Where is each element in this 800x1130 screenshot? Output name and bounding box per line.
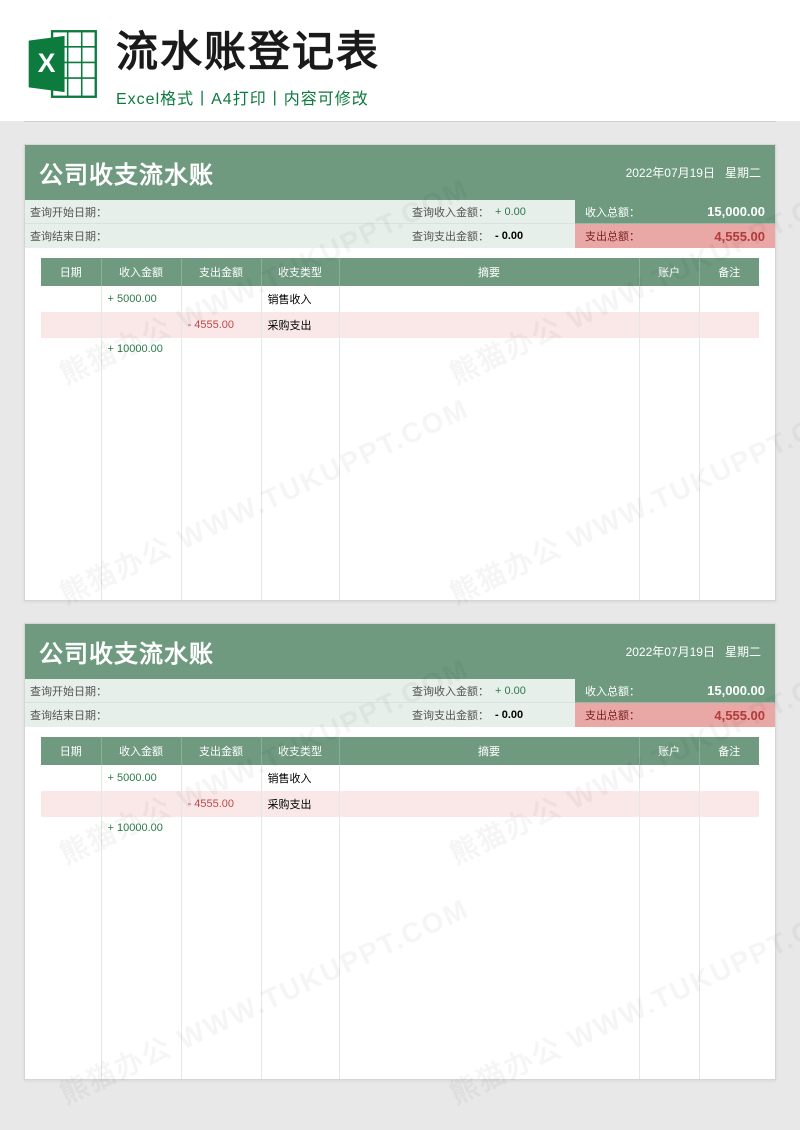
col-summary: 摘要 [339,258,639,286]
preview-area: 公司收支流水账 2022年07月19日 星期二 查询开始日期： 查询收入金额： … [0,126,800,1080]
table-header-row: 日期 收入金额 支出金额 收支类型 摘要 账户 备注 [41,737,759,765]
income-query-value: + 0.00 [495,206,575,218]
sheet-date: 2022年07月19日 星期二 [626,643,761,660]
sheet-title: 公司收支流水账 [39,155,214,190]
end-date-label: 查询结束日期： [25,707,115,723]
table-empty-space [41,360,759,600]
sheet-preview-2: 公司收支流水账 2022年07月19日 星期二 查询开始日期： 查询收入金额： … [24,623,776,1080]
cell-income[interactable]: + 10000.00 [101,817,181,839]
income-query-value: + 0.00 [495,685,575,697]
expense-total-label: 支出总额： [585,228,640,244]
income-query-label: 查询收入金额： [405,683,495,699]
col-summary: 摘要 [339,737,639,765]
svg-text:X: X [38,47,56,77]
ledger-table: 日期 收入金额 支出金额 收支类型 摘要 账户 备注 + 5000.00 销售收… [41,737,759,1079]
sheet-title: 公司收支流水账 [39,634,214,669]
expense-total-value: 4,555.00 [714,708,765,723]
table-row[interactable]: + 5000.00 销售收入 [41,286,759,312]
expense-query-value: - 0.00 [495,709,575,721]
sheet-date: 2022年07月19日 星期二 [626,164,761,181]
table-wrap: 日期 收入金额 支出金额 收支类型 摘要 账户 备注 + 5000.00 销售收… [25,727,775,1079]
sub-title: Excel格式丨A4打印丨内容可修改 [116,85,776,109]
table-wrap: 日期 收入金额 支出金额 收支类型 摘要 账户 备注 + 5000.00 销售收… [25,248,775,600]
table-row[interactable]: + 10000.00 [41,817,759,839]
col-expense: 支出金额 [181,258,261,286]
expense-total-value: 4,555.00 [714,229,765,244]
end-date-label: 查询结束日期： [25,228,115,244]
income-total-value: 15,000.00 [707,204,765,219]
page-header: X 流水账登记表 Excel格式丨A4打印丨内容可修改 [0,0,800,121]
sheet-title-bar: 公司收支流水账 2022年07月19日 星期二 [25,624,775,679]
income-total-value: 15,000.00 [707,683,765,698]
summary-bar: 查询开始日期： 查询收入金额： + 0.00 查询结束日期： 查询支出金额： -… [25,200,775,248]
col-type: 收支类型 [261,258,339,286]
col-income: 收入金额 [101,258,181,286]
date-value: 2022年07月19日 [626,643,715,660]
col-account: 账户 [639,258,699,286]
table-empty-space [41,839,759,1079]
cell-type[interactable]: 采购支出 [261,791,339,817]
table-header-row: 日期 收入金额 支出金额 收支类型 摘要 账户 备注 [41,258,759,286]
expense-query-label: 查询支出金额： [405,228,495,244]
income-total-label: 收入总额： [585,204,640,220]
summary-left: 查询开始日期： 查询收入金额： + 0.00 查询结束日期： 查询支出金额： -… [25,679,575,727]
main-title: 流水账登记表 [116,18,776,79]
table-row[interactable]: - 4555.00 采购支出 [41,312,759,338]
col-income: 收入金额 [101,737,181,765]
col-date: 日期 [41,737,101,765]
summary-right: 收入总额： 15,000.00 支出总额： 4,555.00 [575,679,775,727]
expense-query-value: - 0.00 [495,230,575,242]
col-note: 备注 [699,737,759,765]
weekday-value: 星期二 [725,164,761,181]
sheet-preview-1: 公司收支流水账 2022年07月19日 星期二 查询开始日期： 查询收入金额： … [24,144,776,601]
col-expense: 支出金额 [181,737,261,765]
cell-type[interactable]: 销售收入 [261,286,339,312]
cell-income[interactable]: + 5000.00 [101,286,181,312]
excel-icon: X [24,25,102,103]
expense-total-label: 支出总额： [585,707,640,723]
summary-left: 查询开始日期： 查询收入金额： + 0.00 查询结束日期： 查询支出金额： -… [25,200,575,248]
col-account: 账户 [639,737,699,765]
start-date-label: 查询开始日期： [25,683,115,699]
summary-right: 收入总额： 15,000.00 支出总额： 4,555.00 [575,200,775,248]
income-total-label: 收入总额： [585,683,640,699]
title-block: 流水账登记表 Excel格式丨A4打印丨内容可修改 [116,18,776,109]
cell-expense[interactable]: - 4555.00 [181,791,261,817]
table-row[interactable]: - 4555.00 采购支出 [41,791,759,817]
table-row[interactable]: + 10000.00 [41,338,759,360]
expense-query-label: 查询支出金额： [405,707,495,723]
sheet-title-bar: 公司收支流水账 2022年07月19日 星期二 [25,145,775,200]
col-note: 备注 [699,258,759,286]
header-divider [24,121,776,122]
table-row[interactable]: + 5000.00 销售收入 [41,765,759,791]
cell-income[interactable]: + 10000.00 [101,338,181,360]
summary-bar: 查询开始日期： 查询收入金额： + 0.00 查询结束日期： 查询支出金额： -… [25,679,775,727]
start-date-label: 查询开始日期： [25,204,115,220]
cell-type[interactable]: 采购支出 [261,312,339,338]
col-date: 日期 [41,258,101,286]
weekday-value: 星期二 [725,643,761,660]
ledger-table: 日期 收入金额 支出金额 收支类型 摘要 账户 备注 + 5000.00 销售收… [41,258,759,600]
date-value: 2022年07月19日 [626,164,715,181]
cell-income[interactable]: + 5000.00 [101,765,181,791]
income-query-label: 查询收入金额： [405,204,495,220]
cell-type[interactable]: 销售收入 [261,765,339,791]
cell-expense[interactable]: - 4555.00 [181,312,261,338]
col-type: 收支类型 [261,737,339,765]
